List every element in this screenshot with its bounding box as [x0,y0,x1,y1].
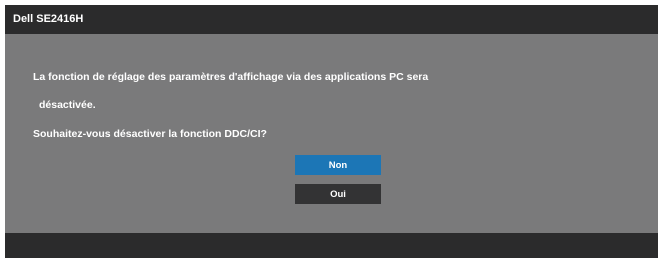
non-button[interactable]: Non [295,155,381,175]
confirmation-question: Souhaitez-vous désactiver la fonction DD… [33,128,267,140]
bottom-bar [5,233,658,258]
message-line-2: désactivée. [39,99,96,111]
monitor-model-title: Dell SE2416H [13,13,84,25]
oui-button[interactable]: Oui [295,184,381,204]
message-line-1: La fonction de réglage des paramètres d'… [33,71,429,83]
title-bar: Dell SE2416H [5,5,658,34]
osd-dialog: Dell SE2416H La fonction de réglage des … [5,5,658,258]
dialog-body: La fonction de réglage des paramètres d'… [5,34,658,233]
